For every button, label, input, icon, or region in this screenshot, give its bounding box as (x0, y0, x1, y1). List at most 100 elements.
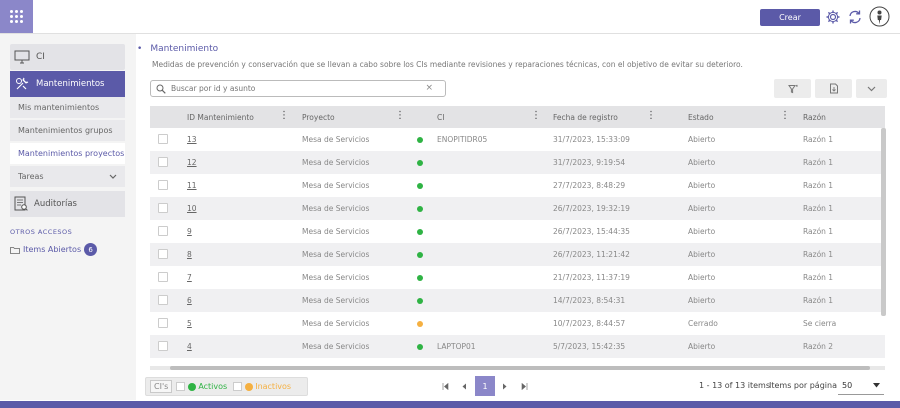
more-options-button[interactable] (856, 79, 887, 98)
table-row[interactable]: 9 Mesa de Servicios 26/7/2023, 15:44:35 Abi… (150, 220, 885, 243)
checkbox[interactable] (176, 382, 186, 391)
row-checkbox[interactable] (158, 180, 168, 190)
current-page-button[interactable]: 1 (475, 376, 495, 396)
column-header-ci[interactable]: CI (437, 106, 444, 128)
column-header-estado[interactable]: Estado (688, 106, 714, 128)
column-menu-icon[interactable]: ⋮ (780, 111, 790, 121)
row-checkbox[interactable] (158, 295, 168, 305)
table-row[interactable]: 8 Mesa de Servicios 26/7/2023, 11:21:42 Abi… (150, 243, 885, 266)
filter-button[interactable] (774, 79, 811, 98)
table-row[interactable]: 12 Mesa de Servicios 31/7/2023, 9:19:54 Abi… (150, 151, 885, 174)
horizontal-scroll-thumb[interactable] (170, 366, 870, 370)
export-file-icon (829, 83, 838, 94)
page-description: Medidas de prevención y conservación que… (152, 60, 743, 69)
maintenance-id-link[interactable]: 10 (187, 197, 197, 220)
table-header: ID Mantenimiento ⋮ Proyecto ⋮ CI ⋮ Fecha… (150, 106, 885, 128)
column-menu-icon[interactable]: ⋮ (279, 111, 289, 121)
sidebar-item-mantenimientos[interactable]: Mantenimientos (10, 71, 125, 97)
table-row[interactable]: 6 Mesa de Servicios 14/7/2023, 8:54:31 Abie… (150, 289, 885, 312)
clear-search-icon[interactable]: × (425, 83, 433, 93)
maintenance-id-link[interactable]: 4 (187, 335, 192, 358)
row-checkbox[interactable] (158, 272, 168, 282)
user-icon[interactable] (869, 6, 890, 27)
gear-icon[interactable] (824, 8, 842, 26)
apps-grid-icon[interactable] (0, 0, 33, 33)
cell-ci: ENOPITIDR05 (437, 135, 488, 144)
horizontal-scrollbar[interactable] (150, 366, 885, 370)
maintenance-id-link[interactable]: 5 (187, 312, 192, 335)
row-checkbox[interactable] (158, 203, 168, 213)
row-checkbox[interactable] (158, 318, 168, 328)
maintenance-id-link[interactable]: 9 (187, 220, 192, 243)
cell-proyecto: Mesa de Servicios (302, 250, 370, 259)
row-checkbox[interactable] (158, 249, 168, 259)
create-button[interactable]: Crear (760, 9, 820, 26)
column-menu-icon[interactable]: ⋮ (531, 111, 541, 121)
refresh-icon[interactable] (846, 8, 864, 26)
cell-fecha: 26/7/2023, 19:32:19 (553, 204, 630, 213)
sidebar-item-ci[interactable]: CI (10, 44, 125, 70)
maintenance-id-link[interactable]: 11 (187, 174, 197, 197)
row-checkbox[interactable] (158, 226, 168, 236)
maintenance-id-link[interactable]: 12 (187, 151, 197, 174)
table-row[interactable]: 13 Mesa de Servicios ENOPITIDR05 31/7/2023,… (150, 128, 885, 151)
table-row[interactable]: 4 Mesa de Servicios LAPTOP01 5/7/2023, 15:4… (150, 335, 885, 358)
cell-fecha: 21/7/2023, 11:37:19 (553, 273, 630, 282)
next-page-icon[interactable] (499, 377, 511, 396)
sidebar-subitem-mis-mantenimientos[interactable]: Mis mantenimientos (10, 97, 125, 118)
last-page-icon[interactable] (518, 377, 530, 396)
pagination-range: 1 - 13 of 13 items (699, 381, 771, 390)
search-input[interactable] (171, 84, 421, 93)
sidebar-subitem-mantenimientos-proyectos[interactable]: Mantenimientos proyectos (10, 143, 125, 164)
ci-status-dot-icon (417, 321, 423, 327)
search-box: × (150, 80, 446, 97)
first-page-icon[interactable] (439, 377, 451, 396)
row-checkbox[interactable] (158, 341, 168, 351)
cell-proyecto: Mesa de Servicios (302, 273, 370, 282)
export-button[interactable] (815, 79, 852, 98)
maintenance-id-link[interactable]: 8 (187, 243, 192, 266)
column-header-razon[interactable]: Razón (803, 106, 826, 128)
items-abiertos-link[interactable]: Items Abiertos 6 (10, 243, 98, 256)
cell-estado: Abierto (688, 296, 716, 305)
cell-proyecto: Mesa de Servicios (302, 158, 370, 167)
maintenance-id-link[interactable]: 6 (187, 289, 192, 312)
row-checkbox[interactable] (158, 134, 168, 144)
table-row[interactable]: 10 Mesa de Servicios 26/7/2023, 19:32:19 Ab… (150, 197, 885, 220)
maintenance-id-link[interactable]: 13 (187, 128, 197, 151)
top-bar: Crear (0, 0, 900, 34)
row-checkbox[interactable] (158, 157, 168, 167)
column-header-proyecto[interactable]: Proyecto (302, 106, 335, 128)
table-row[interactable]: 11 Mesa de Servicios 27/7/2023, 8:48:29 Abi… (150, 174, 885, 197)
maintenance-id-link[interactable]: 7 (187, 266, 192, 289)
cell-razon: Razón 1 (803, 296, 834, 305)
ci-status-dot-icon (417, 275, 423, 281)
ci-status-dot-icon (417, 206, 423, 212)
chevron-down-icon (867, 86, 876, 91)
sidebar-item-auditorias[interactable]: Auditorías (10, 191, 125, 217)
sidebar-subitem-mantenimientos-grupos[interactable]: Mantenimientos grupos (10, 120, 125, 141)
legend-active-toggle[interactable]: Activos (176, 382, 227, 391)
active-dot-icon (188, 382, 197, 391)
column-menu-icon[interactable]: ⋮ (395, 111, 405, 121)
cell-proyecto: Mesa de Servicios (302, 181, 370, 190)
items-per-page-select[interactable]: 50 (838, 376, 884, 395)
vertical-scrollbar[interactable] (881, 128, 886, 316)
cell-estado: Abierto (688, 135, 716, 144)
cell-estado: Abierto (688, 342, 716, 351)
table-row[interactable]: 7 Mesa de Servicios 21/7/2023, 11:37:19 Abi… (150, 266, 885, 289)
checkbox[interactable] (233, 382, 243, 391)
cell-razon: Razón 1 (803, 250, 834, 259)
sidebar-item-tareas[interactable]: Tareas (10, 166, 125, 187)
column-menu-icon[interactable]: ⋮ (646, 111, 656, 121)
previous-page-icon[interactable] (458, 377, 470, 396)
column-header-fecha[interactable]: Fecha de registro (553, 106, 618, 128)
other-access-heading: OTROS ACCESOS (10, 228, 73, 236)
table-row[interactable]: 5 Mesa de Servicios 10/7/2023, 8:44:57 Cerr… (150, 312, 885, 335)
legend-inactive-toggle[interactable]: Inactivos (233, 382, 291, 391)
items-abiertos-count-badge: 6 (84, 243, 98, 256)
monitor-icon (14, 50, 30, 64)
column-header-id[interactable]: ID Mantenimiento (187, 106, 254, 128)
ci-status-dot-icon (417, 344, 423, 350)
cell-fecha: 14/7/2023, 8:54:31 (553, 296, 626, 305)
